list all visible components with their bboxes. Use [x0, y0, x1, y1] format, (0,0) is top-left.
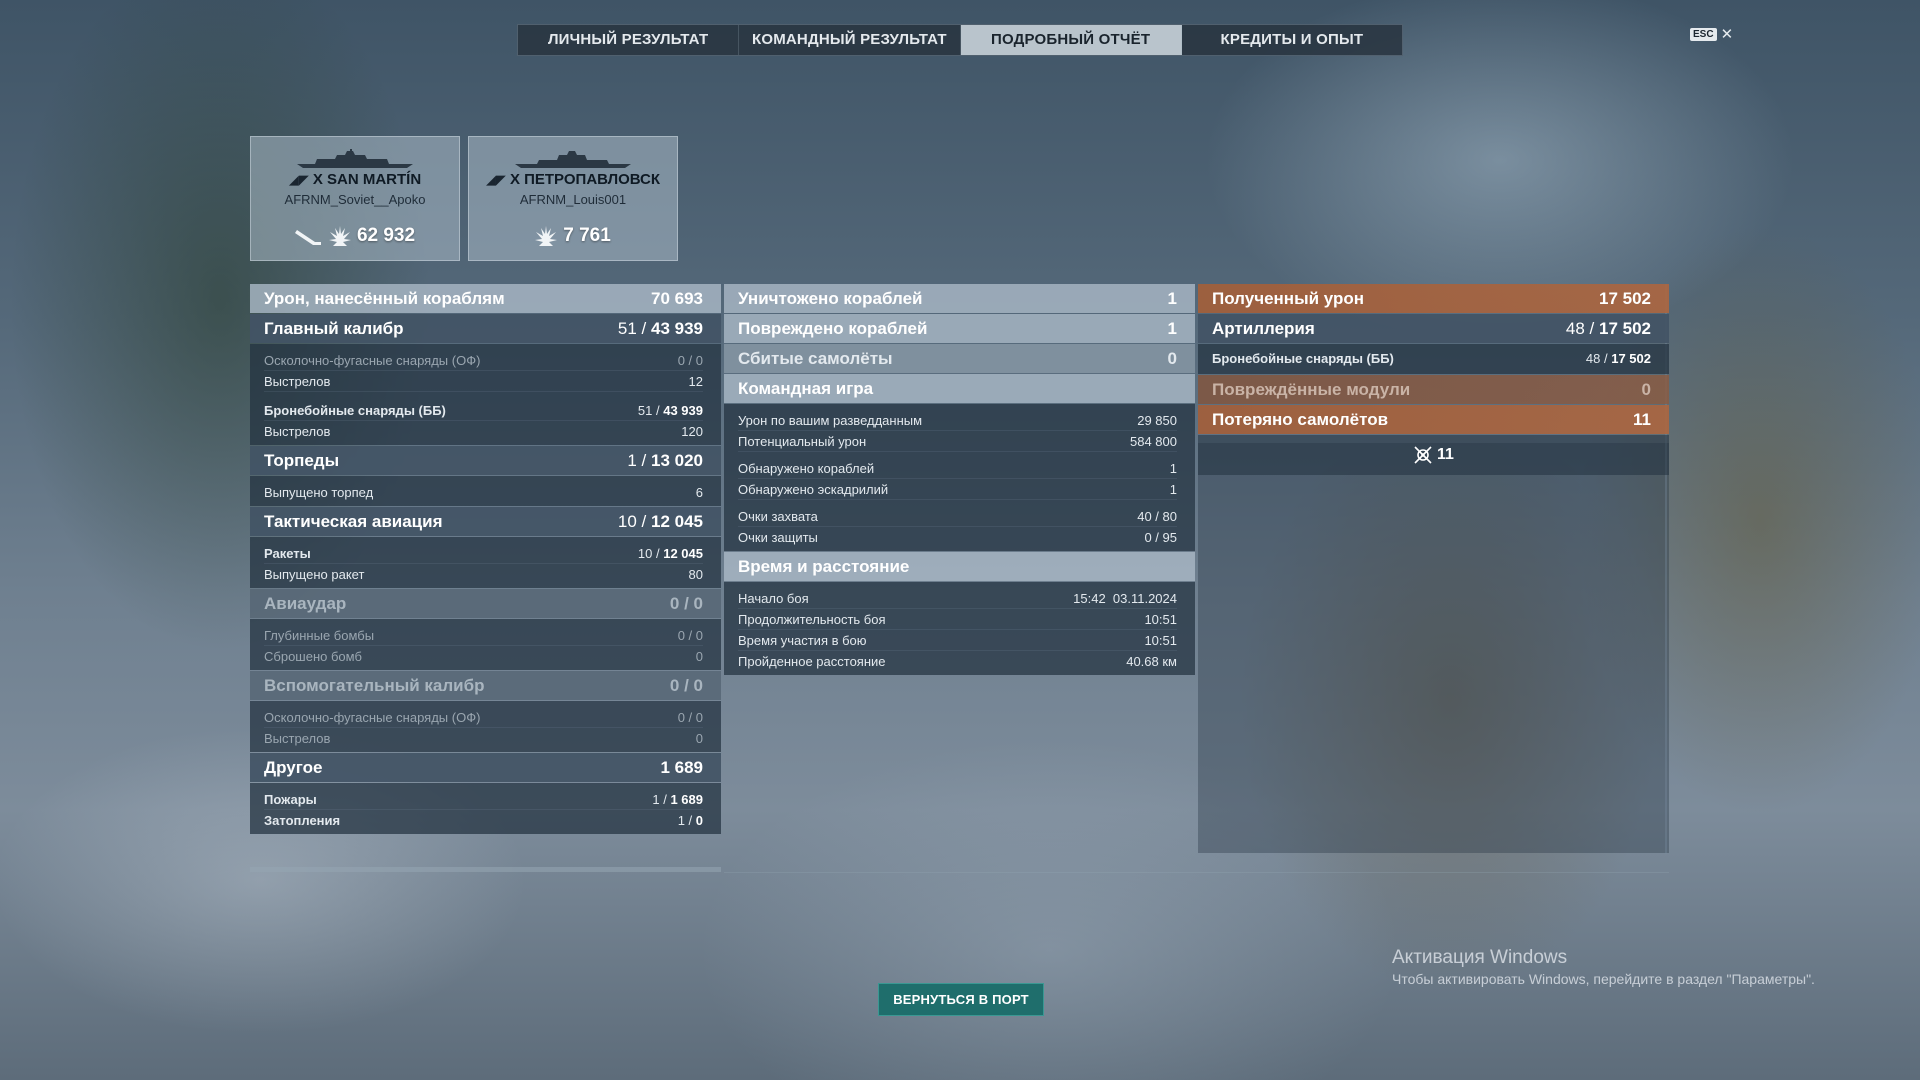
ships-spotted-row: Обнаружено кораблей 1 — [738, 458, 1177, 479]
torpedoes-launched-row: Выпущено торпед 6 — [264, 484, 703, 500]
main-battery-header: Главный калибр 51 / 43 939 — [250, 314, 721, 343]
esc-close-button[interactable]: ESC ✕ — [1690, 25, 1734, 43]
team-play-header: Командная игра — [724, 374, 1195, 403]
time-in-battle-row: Время участия в бою 10:51 — [738, 630, 1177, 651]
score-row: 62 932 — [251, 225, 459, 247]
damage-dealt-column: Урон, нанесённый кораблям 70 693 Главный … — [250, 284, 721, 835]
artillery-rows: Бронебойные снаряды (ББ) 48 / 17 502 — [1198, 344, 1669, 374]
ap-shots-row: Выстрелов 120 — [264, 423, 703, 439]
team-play-column: Уничтожено кораблей 1 Повреждено кораблей… — [724, 284, 1195, 676]
ship-name: ◢◤ X SAN MARTÍN — [288, 171, 422, 188]
secondary-shots-row: Выстрелов 0 — [264, 730, 703, 746]
main-battery-rows: Осколочно-фугасные снаряды (ОФ) 0 / 0 Выс… — [250, 344, 721, 445]
aircraft-icon — [1414, 446, 1432, 464]
planes-lost-header: Потеряно самолётов 11 — [1198, 405, 1669, 434]
team-play-rows: Урон по вашим разведданным 29 850 Потенци… — [724, 404, 1195, 551]
activation-title: Активация Windows — [1392, 947, 1568, 968]
tactical-aviation-rows: Ракеты 10 / 12 045 Выпущено ракет 80 — [250, 537, 721, 588]
other-header: Другое 1 689 — [250, 753, 721, 782]
esc-key-icon: ESC — [1690, 28, 1717, 41]
damage-received-column: Полученный урон 17 502 Артиллерия 48 / 17… — [1198, 284, 1669, 475]
close-icon: ✕ — [1720, 25, 1734, 43]
ship-silhouette-icon — [515, 151, 631, 168]
secondary-battery-rows: Осколочно-фугасные снаряды (ОФ) 0 / 0 Выс… — [250, 701, 721, 752]
panel-divider — [724, 872, 1669, 873]
rockets-fired-row: Выпущено ракет 80 — [264, 566, 703, 582]
battleship-class-icon: ◢◤ — [485, 172, 506, 187]
damage-dealt-header: Урон, нанесённый кораблям 70 693 — [250, 284, 721, 313]
tab-credits-xp[interactable]: КРЕДИТЫ И ОПЫТ — [1182, 25, 1402, 55]
received-panel-background — [1198, 443, 1669, 853]
planes-shot-down-header: Сбитые самолёты 0 — [724, 344, 1195, 373]
report-tabs: ЛИЧНЫЙ РЕЗУЛЬТАТ КОМАНДНЫЙ РЕЗУЛЬТАТ ПОД… — [517, 24, 1403, 56]
damage-received-header: Полученный урон 17 502 — [1198, 284, 1669, 313]
damage-score: 62 932 — [356, 225, 416, 246]
damaged-modules-header: Повреждённые модули 0 — [1198, 375, 1669, 404]
fires-row: Пожары 1 / 1 689 — [264, 789, 703, 810]
tab-detailed-report[interactable]: ПОДРОБНЫЙ ОТЧЁТ — [960, 25, 1182, 55]
planes-lost-count: 11 — [1437, 446, 1454, 463]
damage-score: 7 761 — [563, 225, 611, 246]
scroll-bar-edge[interactable] — [250, 867, 721, 872]
flooding-row: Затопления 1 / 0 — [264, 812, 703, 828]
ship-name: ◢◤ X ПЕТРОПАВЛОВСК — [485, 171, 661, 188]
planes-lost-detail: 11 — [1198, 435, 1669, 475]
squadrons-spotted-row: Обнаружено эскадрилий 1 — [738, 479, 1177, 500]
ship-silhouette-icon — [297, 149, 413, 168]
ship-card-1[interactable]: ◢◤ X SAN MARTÍN AFRNM_Soviet__Apoko 62 93… — [250, 136, 460, 261]
tactical-aviation-header: Тактическая авиация 10 / 12 045 — [250, 507, 721, 536]
ship-card-2[interactable]: ◢◤ X ПЕТРОПАВЛОВСК AFRNM_Louis001 7 761 — [468, 136, 678, 261]
he-shells-row: Осколочно-фугасные снаряды (ОФ) 0 / 0 — [264, 350, 703, 371]
received-ap-row: Бронебойные снаряды (ББ) 48 / 17 502 — [1212, 350, 1651, 366]
player-name: AFRNM_Soviet__Apoko — [284, 192, 426, 207]
he-shots-row: Выстрелов 12 — [264, 371, 703, 392]
time-distance-rows: Начало боя 15:42 03.11.2024 Продолжительн… — [724, 582, 1195, 675]
artillery-header: Артиллерия 48 / 17 502 — [1198, 314, 1669, 343]
torpedo-icon — [294, 230, 321, 245]
depth-charges-row: Глубинные бомбы 0 / 0 — [264, 625, 703, 646]
battle-start-row: Начало боя 15:42 03.11.2024 — [738, 588, 1177, 609]
ships-destroyed-header: Уничтожено кораблей 1 — [724, 284, 1195, 313]
potential-damage-row: Потенциальный урон 584 800 — [738, 431, 1177, 452]
tab-team-result[interactable]: КОМАНДНЫЙ РЕЗУЛЬТАТ — [739, 25, 961, 55]
player-name: AFRNM_Louis001 — [519, 192, 627, 207]
defense-points-row: Очки защиты 0 / 95 — [738, 529, 1177, 545]
splash-damage-icon — [535, 226, 558, 246]
score-row: 7 761 — [469, 225, 677, 247]
ap-shells-row: Бронебойные снаряды (ББ) 51 / 43 939 — [264, 400, 703, 421]
capture-points-row: Очки захвата 40 / 80 — [738, 506, 1177, 527]
return-to-port-button[interactable]: ВЕРНУТЬСЯ В ПОРТ — [878, 983, 1044, 1016]
activation-text: Чтобы активировать Windows, перейдите в … — [1392, 971, 1815, 987]
ships-damaged-header: Повреждено кораблей 1 — [724, 314, 1195, 343]
battleship-class-icon: ◢◤ — [288, 172, 309, 187]
time-distance-header: Время и расстояние — [724, 552, 1195, 581]
splash-damage-icon — [328, 226, 351, 246]
windows-activation-watermark: Активация Windows Чтобы активировать Win… — [1392, 947, 1815, 987]
spotting-damage-row: Урон по вашим разведданным 29 850 — [738, 410, 1177, 431]
tab-personal-result[interactable]: ЛИЧНЫЙ РЕЗУЛЬТАТ — [518, 25, 740, 55]
airstrike-rows: Глубинные бомбы 0 / 0 Сброшено бомб 0 — [250, 619, 721, 670]
secondary-battery-header: Вспомогательный калибр 0 / 0 — [250, 671, 721, 700]
torpedoes-header: Торпеды 1 / 13 020 — [250, 446, 721, 475]
torpedoes-rows: Выпущено торпед 6 — [250, 476, 721, 506]
battle-duration-row: Продолжительность боя 10:51 — [738, 609, 1177, 630]
bombs-dropped-row: Сброшено бомб 0 — [264, 648, 703, 664]
distance-travelled-row: Пройденное расстояние 40.68 км — [738, 653, 1177, 669]
other-rows: Пожары 1 / 1 689 Затопления 1 / 0 — [250, 783, 721, 834]
airstrike-header: Авиаудар 0 / 0 — [250, 589, 721, 618]
secondary-he-row: Осколочно-фугасные снаряды (ОФ) 0 / 0 — [264, 707, 703, 728]
rockets-row: Ракеты 10 / 12 045 — [264, 543, 703, 564]
